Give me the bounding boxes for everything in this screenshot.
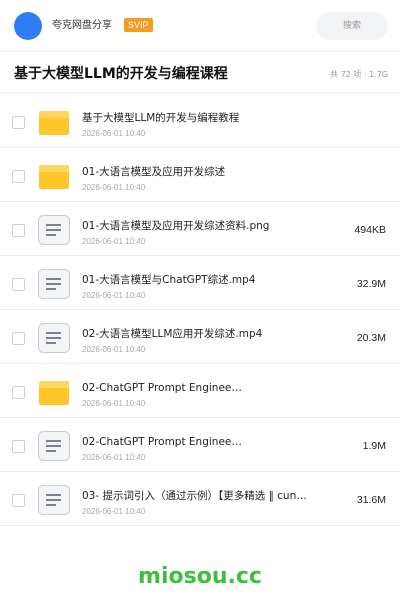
row-checkbox[interactable] (12, 278, 25, 291)
file-date: 2026-06-01 10:40 (82, 291, 146, 300)
folder-icon (39, 381, 69, 405)
file-size: 494KB (354, 224, 386, 236)
folder-icon (39, 165, 69, 189)
list-item[interactable]: 01-大语言模型及应用开发综述资料.png 2026-06-01 10:40 4… (0, 202, 400, 256)
top-bar: 夸克网盘分享 SVIP 搜索 (0, 0, 400, 52)
file-size: 31.6M (356, 494, 386, 506)
file-icon (38, 323, 70, 353)
file-size: 1.9M (362, 440, 386, 452)
file-name: 02-ChatGPT Prompt Enginee… (82, 436, 242, 448)
file-name: 基于大模型LLM的开发与编程教程 (82, 112, 240, 124)
file-name: 01-大语言模型及应用开发综述资料.png (82, 220, 270, 232)
file-date: 2026-06-01 10:40 (82, 399, 146, 408)
file-icon (38, 485, 70, 515)
row-checkbox[interactable] (12, 386, 25, 399)
file-date: 2026-06-01 10:40 (82, 183, 146, 192)
file-list: 基于大模型LLM的开发与编程教程 2026-06-01 10:40 01-大语言… (0, 94, 400, 526)
list-item[interactable]: 03- 提示词引入（通过示例）【更多精选 ‖ cun… 2026-06-01 1… (0, 472, 400, 526)
folder-icon (39, 111, 69, 135)
file-icon (38, 215, 70, 245)
file-icon (38, 269, 70, 299)
svip-badge: SVIP (124, 18, 153, 32)
folder-header: 基于大模型LLM的开发与编程课程 共 72 项 · 1.7G (0, 53, 400, 93)
row-checkbox[interactable] (12, 494, 25, 507)
avatar[interactable] (14, 12, 42, 40)
watermark: miosou.cc (138, 564, 262, 589)
search-input[interactable]: 搜索 (316, 12, 388, 40)
page-title: 基于大模型LLM的开发与编程课程 (14, 66, 228, 82)
row-checkbox[interactable] (12, 170, 25, 183)
folder-meta: 共 72 项 · 1.7G (330, 70, 388, 79)
list-item[interactable]: 01-大语言模型与ChatGPT综述.mp4 2026-06-01 10:40 … (0, 256, 400, 310)
file-name: 01-大语言模型与ChatGPT综述.mp4 (82, 274, 256, 286)
file-date: 2026-06-01 10:40 (82, 345, 146, 354)
file-date: 2026-06-01 10:40 (82, 507, 146, 516)
list-item[interactable]: 02-ChatGPT Prompt Enginee… 2026-06-01 10… (0, 418, 400, 472)
file-size: 20.3M (356, 332, 386, 344)
file-icon (38, 431, 70, 461)
share-name: 夸克网盘分享 (52, 20, 112, 31)
file-name: 03- 提示词引入（通过示例）【更多精选 ‖ cun… (82, 490, 307, 502)
file-name: 01-大语言模型及应用开发综述 (82, 166, 226, 178)
list-item[interactable]: 02-ChatGPT Prompt Enginee… 2026-06-01 10… (0, 364, 400, 418)
row-checkbox[interactable] (12, 116, 25, 129)
file-date: 2026-06-01 10:40 (82, 129, 146, 138)
file-name: 02-大语言模型LLM应用开发综述.mp4 (82, 328, 263, 340)
list-item[interactable]: 基于大模型LLM的开发与编程教程 2026-06-01 10:40 (0, 94, 400, 148)
file-name: 02-ChatGPT Prompt Enginee… (82, 382, 242, 394)
list-item[interactable]: 01-大语言模型及应用开发综述 2026-06-01 10:40 (0, 148, 400, 202)
row-checkbox[interactable] (12, 224, 25, 237)
file-date: 2026-06-01 10:40 (82, 237, 146, 246)
list-item[interactable]: 02-大语言模型LLM应用开发综述.mp4 2026-06-01 10:40 2… (0, 310, 400, 364)
row-checkbox[interactable] (12, 332, 25, 345)
file-date: 2026-06-01 10:40 (82, 453, 146, 462)
row-checkbox[interactable] (12, 440, 25, 453)
file-size: 32.9M (356, 278, 386, 290)
